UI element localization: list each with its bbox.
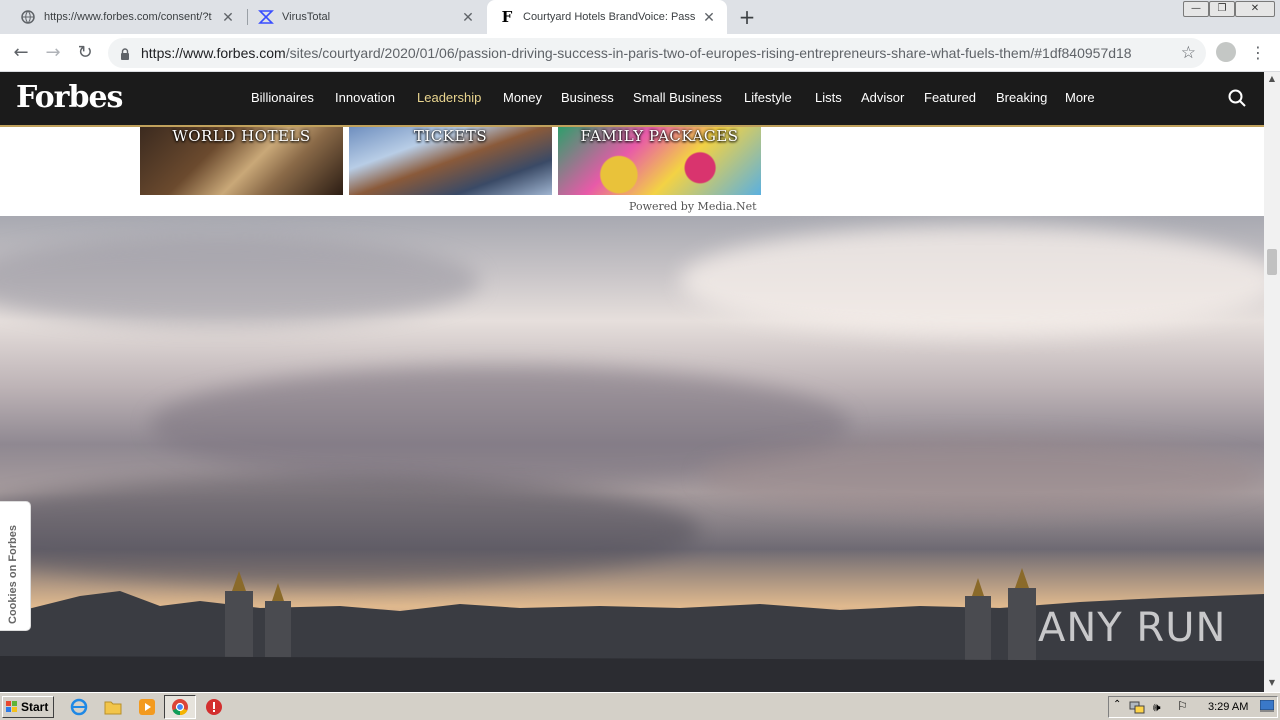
restore-button[interactable]: ❐ (1209, 1, 1235, 17)
forbes-f-icon: F (501, 8, 513, 26)
ad-banner: WORLD HOTELS TICKETS FAMILY PACKAGES Pow… (0, 127, 1264, 216)
media-player-icon[interactable] (138, 698, 156, 716)
tab-title: VirusTotal (282, 11, 331, 23)
nav-business[interactable]: Business (561, 90, 614, 105)
scroll-thumb[interactable] (1267, 249, 1277, 275)
virustotal-icon (258, 9, 274, 25)
cloud-shape (700, 436, 1260, 516)
start-button[interactable]: Start (2, 696, 54, 718)
nav-innovation[interactable]: Innovation (335, 90, 395, 105)
powered-by-medianet[interactable]: Powered by Media.Net (629, 200, 757, 213)
nav-small-business[interactable]: Small Business (633, 90, 722, 105)
forward-button[interactable]: → (42, 42, 64, 64)
chrome-taskbar-button[interactable] (164, 695, 196, 719)
ad-tile-label: TICKETS (413, 127, 488, 145)
nav-money[interactable]: Money (503, 90, 542, 105)
cloud-shape (680, 226, 1264, 336)
new-tab-button[interactable]: + (737, 7, 757, 27)
reload-button[interactable]: ↻ (74, 42, 96, 64)
nav-more[interactable]: More (1065, 90, 1095, 105)
anyrun-watermark: ANY RUN (1038, 605, 1227, 651)
close-window-button[interactable]: ✕ (1235, 1, 1275, 17)
cookies-on-forbes-tab[interactable]: Cookies on Forbes (0, 501, 31, 631)
nav-advisor[interactable]: Advisor (861, 90, 904, 105)
cookies-tab-label: Cookies on Forbes (7, 524, 19, 624)
start-label: Start (21, 700, 49, 714)
network-icon[interactable] (1129, 700, 1145, 714)
forbes-header: Forbes Billionaires Innovation Leadershi… (0, 72, 1264, 127)
opera-stop-icon[interactable] (205, 698, 223, 716)
browser-toolbar: ← → ↻ https://www.forbes.com/sites/court… (0, 34, 1280, 72)
nav-breaking[interactable]: Breaking (996, 90, 1047, 105)
internet-explorer-icon[interactable] (70, 698, 88, 716)
tab-title: https://www.forbes.com/consent/?t (44, 11, 212, 23)
address-bar[interactable]: https://www.forbes.com/sites/courtyard/2… (108, 38, 1206, 68)
page-scrollbar[interactable]: ▲ ▼ (1264, 72, 1280, 692)
bookmark-star-icon[interactable]: ☆ (1181, 43, 1196, 63)
system-tray: ⌃ 🕪 ⚐ (1108, 696, 1278, 718)
show-desktop-icon[interactable] (1260, 700, 1274, 712)
nav-leadership[interactable]: Leadership (417, 90, 481, 105)
volume-icon[interactable]: 🕪 (1153, 700, 1161, 715)
ad-tile-label: FAMILY PACKAGES (580, 127, 739, 145)
ad-tile-label: WORLD HOTELS (172, 127, 311, 145)
folder-icon[interactable] (104, 698, 122, 716)
nav-lists[interactable]: Lists (815, 90, 842, 105)
tab-courtyard-brandvoice[interactable]: F Courtyard Hotels BrandVoice: Passio ✕ (487, 0, 727, 34)
browser-menu-icon[interactable]: ⋮ (1250, 42, 1266, 64)
tray-expand-icon[interactable]: ⌃ (1113, 699, 1121, 710)
ad-tile-tickets[interactable]: TICKETS (349, 127, 552, 195)
scroll-down-arrow-icon[interactable]: ▼ (1267, 678, 1277, 687)
chrome-icon (172, 699, 188, 716)
url-host: https://www.forbes.com (141, 45, 286, 61)
cloud-shape (0, 236, 480, 326)
url-text: https://www.forbes.com/sites/courtyard/2… (141, 45, 1132, 61)
profile-avatar-icon[interactable] (1216, 42, 1236, 62)
tab-forbes-consent[interactable]: https://www.forbes.com/consent/?t ✕ (0, 0, 246, 34)
close-icon[interactable]: ✕ (701, 9, 717, 25)
nav-billionaires[interactable]: Billionaires (251, 90, 314, 105)
ad-tile-family-packages[interactable]: FAMILY PACKAGES (558, 127, 761, 195)
tab-virustotal[interactable]: VirusTotal ✕ (238, 0, 486, 34)
forbes-logo[interactable]: Forbes (16, 80, 123, 115)
search-icon[interactable] (1228, 89, 1246, 111)
close-icon[interactable]: ✕ (460, 9, 476, 25)
tab-title: Courtyard Hotels BrandVoice: Passio (523, 11, 695, 23)
scroll-up-arrow-icon[interactable]: ▲ (1267, 74, 1277, 83)
url-path: /sites/courtyard/2020/01/06/passion-driv… (285, 45, 1132, 61)
screen: https://www.forbes.com/consent/?t ✕ Viru… (0, 0, 1280, 720)
windows-logo-icon (6, 701, 17, 712)
close-icon[interactable]: ✕ (220, 9, 236, 25)
nav-featured[interactable]: Featured (924, 90, 976, 105)
action-center-flag-icon[interactable]: ⚐ (1177, 699, 1188, 713)
taskbar-clock[interactable]: 3:29 AM (1208, 701, 1248, 713)
ad-tile-world-hotels[interactable]: WORLD HOTELS (140, 127, 343, 195)
windows-taskbar: Start ⌃ 🕪 ⚐ 3:29 AM (0, 692, 1280, 720)
back-button[interactable]: ← (10, 42, 32, 64)
minimize-button[interactable]: — (1183, 1, 1209, 17)
browser-tab-strip: https://www.forbes.com/consent/?t ✕ Viru… (0, 0, 1280, 34)
globe-icon (20, 9, 36, 25)
lock-icon (120, 46, 130, 65)
nav-lifestyle[interactable]: Lifestyle (744, 90, 792, 105)
